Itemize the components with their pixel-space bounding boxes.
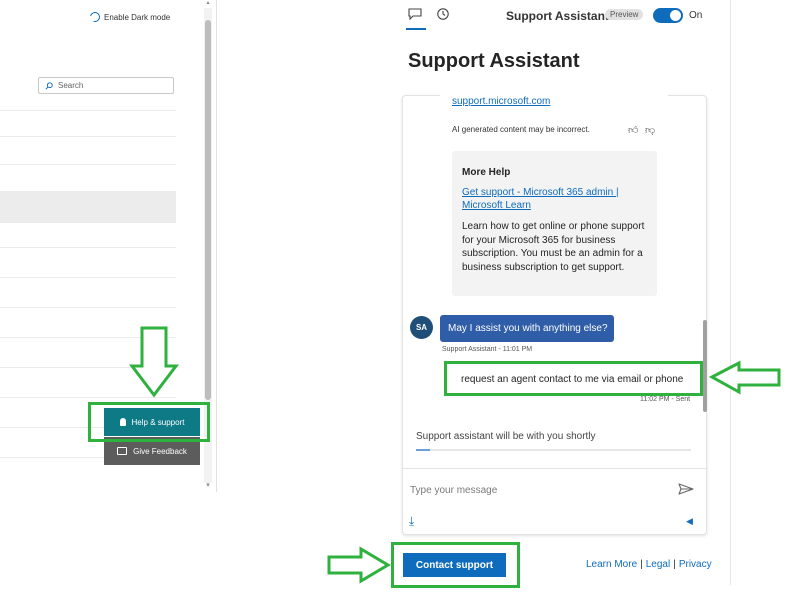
page-title: Support Assistant [408, 50, 580, 72]
user-message-highlight [444, 361, 703, 396]
learn-more-link[interactable]: Learn More [586, 559, 637, 570]
tab-chat-indicator [406, 28, 426, 30]
history-icon[interactable] [436, 7, 450, 21]
scroll-down-arrow[interactable]: ▾ [204, 482, 212, 490]
preview-badge: Preview [605, 9, 644, 20]
moon-icon [88, 10, 102, 24]
privacy-link[interactable]: Privacy [679, 559, 712, 570]
list-divider [0, 277, 176, 278]
dark-mode-toggle[interactable]: Enable Dark mode [88, 10, 171, 24]
arrow-left-icon [708, 360, 781, 395]
contact-button-highlight [391, 542, 520, 588]
separator: | [673, 559, 676, 570]
toggle-label: On [689, 10, 703, 21]
search-icon [45, 81, 53, 90]
list-divider [0, 307, 176, 308]
more-help-description: Learn how to get online or phone support… [462, 221, 645, 273]
search-input[interactable]: Search [38, 77, 174, 94]
feedback-icon [117, 447, 128, 455]
scrollbar-thumb[interactable] [205, 20, 211, 400]
footer-links: Learn More | Legal | Privacy [586, 559, 712, 570]
status-progress-fill [416, 449, 430, 451]
toggle-knob[interactable] [670, 10, 681, 21]
list-divider [0, 110, 176, 111]
message-input[interactable] [410, 480, 665, 500]
send-icon[interactable] [678, 483, 694, 495]
list-divider [0, 247, 176, 248]
assistant-name: Support Assistant [506, 9, 609, 23]
chat-icon[interactable] [408, 8, 422, 20]
avatar: SA [410, 316, 433, 339]
help-button-highlight [88, 402, 210, 442]
scroll-up-arrow[interactable]: ▴ [204, 0, 212, 6]
list-divider [0, 136, 176, 137]
search-placeholder: Search [58, 81, 84, 90]
list-divider [0, 164, 176, 165]
thumbs-up-icon[interactable]: 👍︎ [628, 124, 638, 136]
more-help-link[interactable]: Get support - Microsoft 365 admin | Micr… [462, 186, 647, 212]
dark-mode-label: Enable Dark mode [104, 12, 171, 22]
download-icon[interactable]: ⤓ [409, 514, 414, 529]
separator: | [640, 559, 643, 570]
status-text: Support assistant will be with you short… [416, 431, 596, 442]
user-message-meta: 11:02 PM - Sent [640, 396, 691, 403]
ai-disclaimer: AI generated content may be incorrect. [452, 125, 590, 134]
arrow-down-icon [128, 326, 180, 398]
legal-link[interactable]: Legal [646, 559, 670, 570]
more-help-title: More Help [462, 167, 511, 178]
chat-scrollbar-thumb[interactable] [703, 320, 707, 412]
thumbs-down-icon[interactable]: 👎︎ [645, 124, 655, 136]
speaker-icon[interactable]: ◀ [686, 516, 693, 527]
bot-message-meta: Support Assistant - 11:01 PM [442, 346, 533, 353]
support-link[interactable]: support.microsoft.com [452, 96, 550, 107]
status-progress-track [416, 449, 691, 451]
bot-message: May I assist you with anything else? [440, 315, 614, 342]
give-feedback-label: Give Feedback [133, 446, 187, 456]
composer-divider [402, 468, 707, 469]
arrow-right-icon [327, 546, 391, 584]
table-row-selected[interactable] [0, 191, 176, 223]
